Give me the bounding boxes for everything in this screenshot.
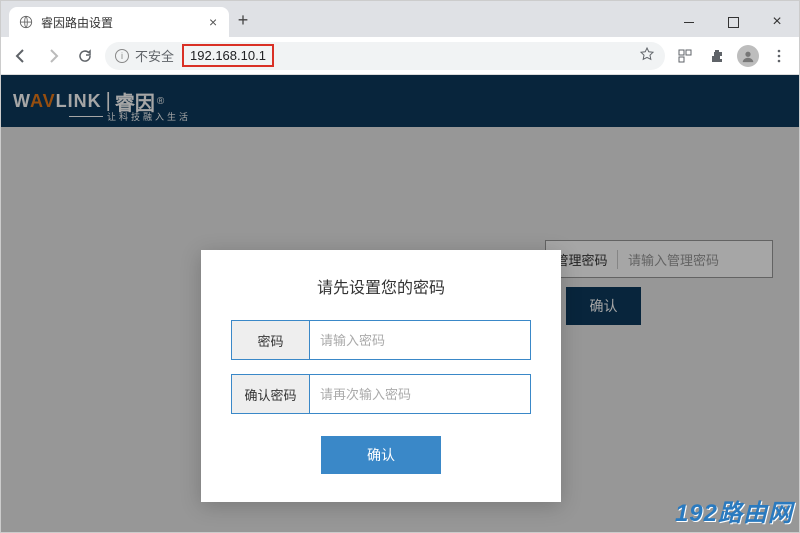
minimize-icon[interactable] <box>667 7 711 37</box>
modal-title: 请先设置您的密码 <box>231 274 531 298</box>
url-text: 192.168.10.1 <box>182 44 274 67</box>
qr-icon[interactable] <box>673 44 697 68</box>
watermark: 192路由网 <box>675 493 793 528</box>
window-controls: × <box>667 7 799 37</box>
confirm-password-row: 确认密码 <box>231 374 531 414</box>
profile-avatar-icon[interactable] <box>737 45 759 67</box>
reload-button[interactable] <box>73 44 97 68</box>
confirm-password-input[interactable] <box>310 375 530 413</box>
set-password-modal: 请先设置您的密码 密码 确认密码 确认 <box>201 250 561 502</box>
maximize-icon[interactable] <box>711 7 755 37</box>
back-button[interactable] <box>9 44 33 68</box>
browser-tab[interactable]: 睿因路由设置 × <box>9 7 229 37</box>
menu-icon[interactable] <box>767 44 791 68</box>
close-tab-icon[interactable]: × <box>209 17 219 27</box>
password-label: 密码 <box>232 321 310 359</box>
browser-titlebar: 睿因路由设置 × + × <box>1 1 799 37</box>
insecure-label: 不安全 <box>135 46 174 65</box>
new-tab-button[interactable]: + <box>229 10 257 37</box>
browser-address-bar: i 不安全 192.168.10.1 <box>1 37 799 75</box>
tab-title: 睿因路由设置 <box>41 14 201 31</box>
info-icon[interactable]: i <box>115 49 129 63</box>
forward-button[interactable] <box>41 44 65 68</box>
url-field[interactable]: i 不安全 192.168.10.1 <box>105 42 665 70</box>
password-input[interactable] <box>310 321 530 359</box>
star-icon[interactable] <box>639 46 655 65</box>
extension-icon[interactable] <box>705 44 729 68</box>
confirm-button[interactable]: 确认 <box>321 436 441 474</box>
globe-icon <box>19 15 33 29</box>
page-content: WAVLINK | 睿因 ® 让科技融入生活 管理密码 请输入管理密码 确认 请… <box>1 75 799 532</box>
confirm-password-label: 确认密码 <box>232 375 310 413</box>
window-close-icon[interactable]: × <box>755 7 799 37</box>
password-row: 密码 <box>231 320 531 360</box>
